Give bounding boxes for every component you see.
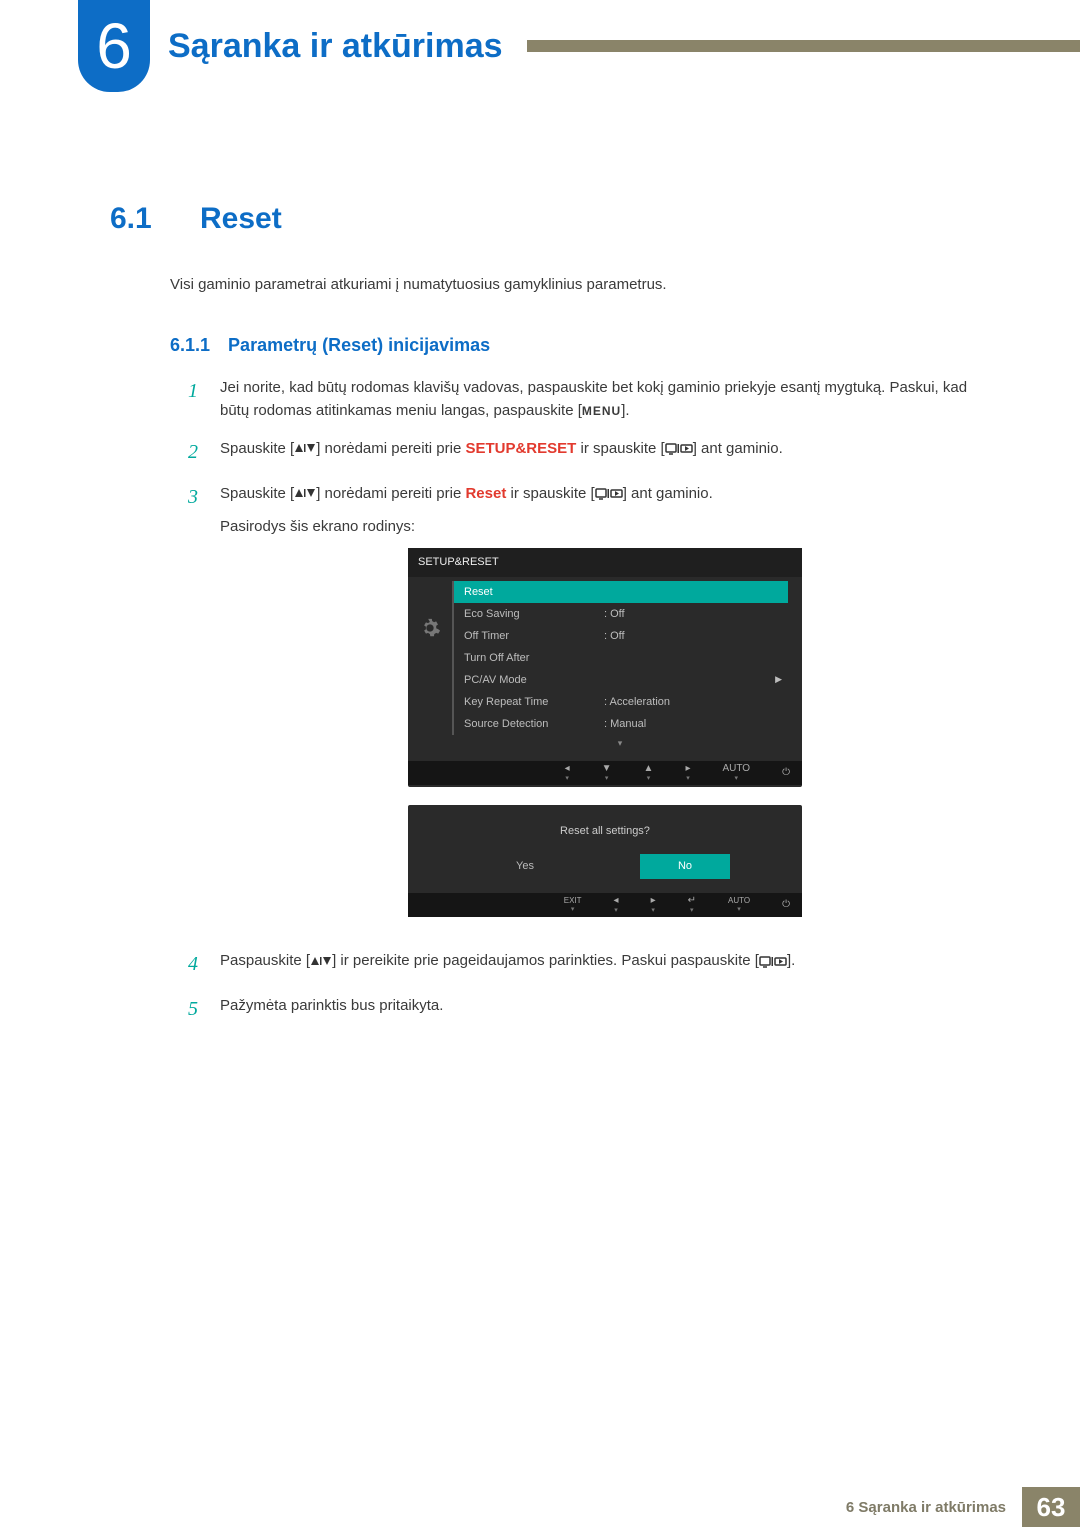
osd-nav-left-icon: ◂▾	[614, 896, 619, 914]
chapter-title: Sąranka ir atkūrimas	[168, 27, 503, 66]
monitor-source-icon	[759, 950, 787, 973]
step-1: 1 Jei norite, kad būtų rodomas klavišų v…	[188, 376, 990, 423]
dialog-yes: Yes	[480, 854, 570, 879]
dialog-exit-label: EXIT▾	[564, 897, 582, 913]
right-arrow-icon: ▶	[775, 673, 782, 687]
osd-row-keyrepeat: Key Repeat Time: Acceleration	[452, 691, 788, 713]
section-intro-text: Visi gaminio parametrai atkuriami į numa…	[170, 276, 990, 293]
osd-side-icon	[408, 577, 452, 761]
osd-bottom-bar: ◂▾ ▼▾ ▲▾ ▸▾ AUTO▾ ⏻	[408, 761, 802, 785]
step-number: 4	[188, 949, 206, 980]
chapter-header: 6 Sąranka ir atkūrimas	[0, 0, 1080, 92]
page-content: 6.1 Reset Visi gaminio parametrai atkuri…	[0, 202, 1080, 1025]
dialog-bottom-bar: EXIT▾ ◂▾ ▸▾ ↵▾ AUTO▾ ⏻	[408, 893, 802, 917]
osd-menu: SETUP&RESET Reset Eco Saving: Off Off Ti…	[408, 548, 802, 787]
osd-row-offtimer: Off Timer: Off	[452, 625, 788, 647]
step-number: 5	[188, 994, 206, 1025]
osd-enter-icon: ↵▾	[688, 896, 696, 914]
step-body: Spauskite [] norėdami pereiti prie Reset…	[220, 482, 990, 936]
section-number: 6.1	[110, 202, 170, 236]
page-footer: 6 Sąranka ir atkūrimas 63	[0, 1487, 1080, 1527]
chapter-title-row: Sąranka ir atkūrimas	[168, 27, 1080, 66]
osd-row-reset: Reset	[452, 581, 788, 603]
step-body: Pažymėta parinktis bus pritaikyta.	[220, 994, 990, 1025]
section-title: Reset	[200, 202, 282, 236]
osd-list: Reset Eco Saving: Off Off Timer: Off Tur…	[452, 577, 802, 761]
steps-list: 1 Jei norite, kad būtų rodomas klavišų v…	[188, 376, 990, 1025]
reset-dialog: Reset all settings? Yes No EXIT▾ ◂▾ ▸▾ ↵…	[408, 805, 802, 917]
up-down-icon	[294, 437, 316, 460]
reset-keyword: Reset	[465, 485, 506, 502]
gear-icon	[419, 617, 441, 639]
setup-reset-keyword: SETUP&RESET	[465, 440, 576, 457]
subsection-title: Parametrų (Reset) inicijavimas	[228, 335, 490, 356]
step-body: Paspauskite [] ir pereikite prie pageida…	[220, 949, 990, 980]
step-number: 2	[188, 437, 206, 468]
osd-auto-label: AUTO▾	[728, 897, 750, 913]
monitor-source-icon	[595, 482, 623, 505]
dialog-no: No	[640, 854, 730, 879]
step-2: 2 Spauskite [] norėdami pereiti prie SET…	[188, 437, 990, 468]
step-number: 1	[188, 376, 206, 423]
step-body: Spauskite [] norėdami pereiti prie SETUP…	[220, 437, 990, 468]
osd-power-icon: ⏻	[782, 900, 790, 910]
up-down-icon	[294, 482, 316, 505]
header-bar	[527, 40, 1080, 52]
chapter-number-tab: 6	[78, 0, 150, 92]
monitor-source-icon	[665, 437, 693, 460]
osd-row-source: Source Detection: Manual	[452, 713, 788, 735]
menu-keyword: MENU	[582, 404, 621, 418]
footer-page-number: 63	[1022, 1487, 1080, 1527]
up-down-icon	[310, 950, 332, 973]
osd-nav-down-icon: ▼▾	[602, 764, 612, 782]
osd-row-eco: Eco Saving: Off	[452, 603, 788, 625]
osd-nav-left-icon: ◂▾	[565, 764, 570, 782]
osd-nav-up-icon: ▲▾	[644, 764, 654, 782]
subsection-heading: 6.1.1 Parametrų (Reset) inicijavimas	[170, 335, 990, 356]
osd-more-indicator: ▾	[452, 737, 788, 751]
osd-nav-right-icon: ▸▾	[685, 764, 690, 782]
step3-note: Pasirodys šis ekrano rodinys:	[220, 515, 990, 538]
osd-auto-label: AUTO▾	[722, 764, 750, 782]
step-5: 5 Pažymėta parinktis bus pritaikyta.	[188, 994, 990, 1025]
section-heading: 6.1 Reset	[110, 202, 990, 236]
step-3: 3 Spauskite [] norėdami pereiti prie Res…	[188, 482, 990, 936]
osd-preview: SETUP&RESET Reset Eco Saving: Off Off Ti…	[220, 548, 990, 917]
subsection-number: 6.1.1	[170, 335, 210, 356]
footer-label: 6 Sąranka ir atkūrimas	[0, 1487, 1022, 1527]
osd-row-pcav: PC/AV Mode▶	[452, 669, 788, 691]
osd-power-icon: ⏻	[782, 768, 790, 778]
osd-body: Reset Eco Saving: Off Off Timer: Off Tur…	[408, 577, 802, 761]
dialog-choices: Yes No	[408, 848, 802, 893]
step-number: 3	[188, 482, 206, 936]
osd-nav-right-icon: ▸▾	[651, 896, 656, 914]
step-body: Jei norite, kad būtų rodomas klavišų vad…	[220, 376, 990, 423]
step-4: 4 Paspauskite [] ir pereikite prie pagei…	[188, 949, 990, 980]
dialog-question: Reset all settings?	[408, 805, 802, 848]
osd-row-turnoff: Turn Off After	[452, 647, 788, 669]
osd-title: SETUP&RESET	[408, 548, 802, 577]
